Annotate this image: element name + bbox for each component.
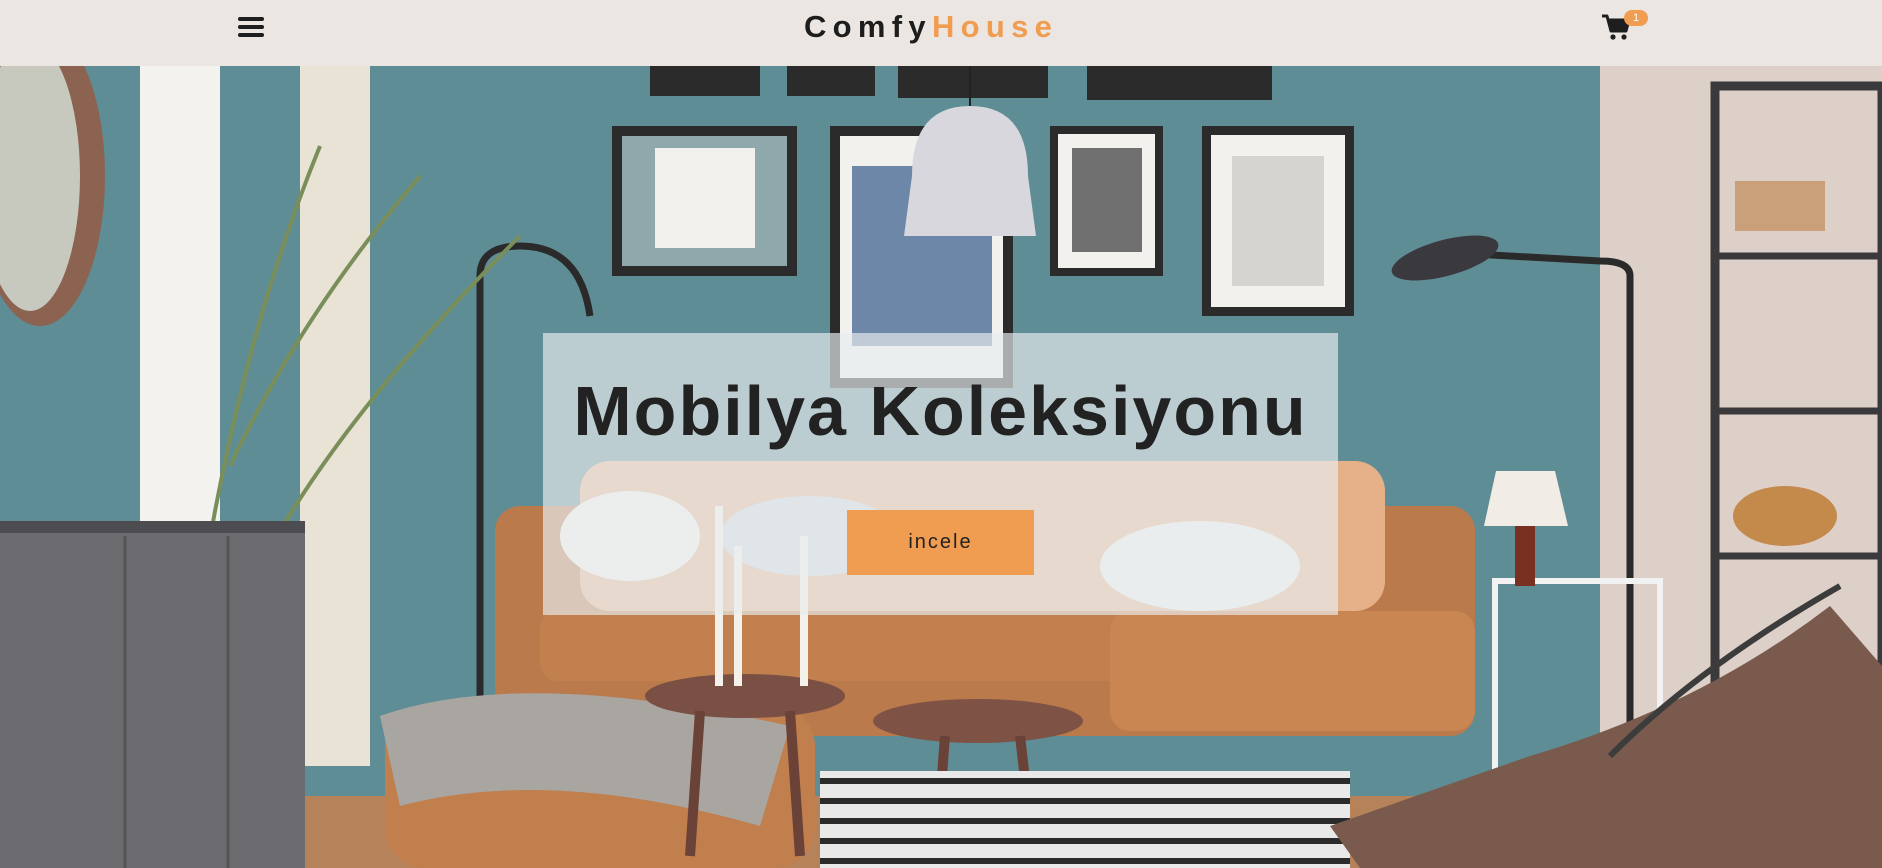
logo[interactable]: ComfyHouse: [804, 9, 1058, 45]
cart-count-badge: 1: [1624, 10, 1648, 26]
logo-accent-text: House: [931, 9, 1059, 44]
banner-cta-button[interactable]: incele: [847, 510, 1034, 575]
banner-title: Mobilya Koleksiyonu: [573, 372, 1308, 450]
hero-section: Mobilya Koleksiyonu incele: [0, 66, 1882, 868]
navbar: ComfyHouse 1: [0, 0, 1882, 66]
cart-button[interactable]: 1: [1601, 10, 1651, 44]
hamburger-menu-icon[interactable]: [238, 16, 264, 38]
logo-primary-text: Comfy: [804, 9, 932, 44]
hero-banner: Mobilya Koleksiyonu incele: [543, 333, 1338, 615]
